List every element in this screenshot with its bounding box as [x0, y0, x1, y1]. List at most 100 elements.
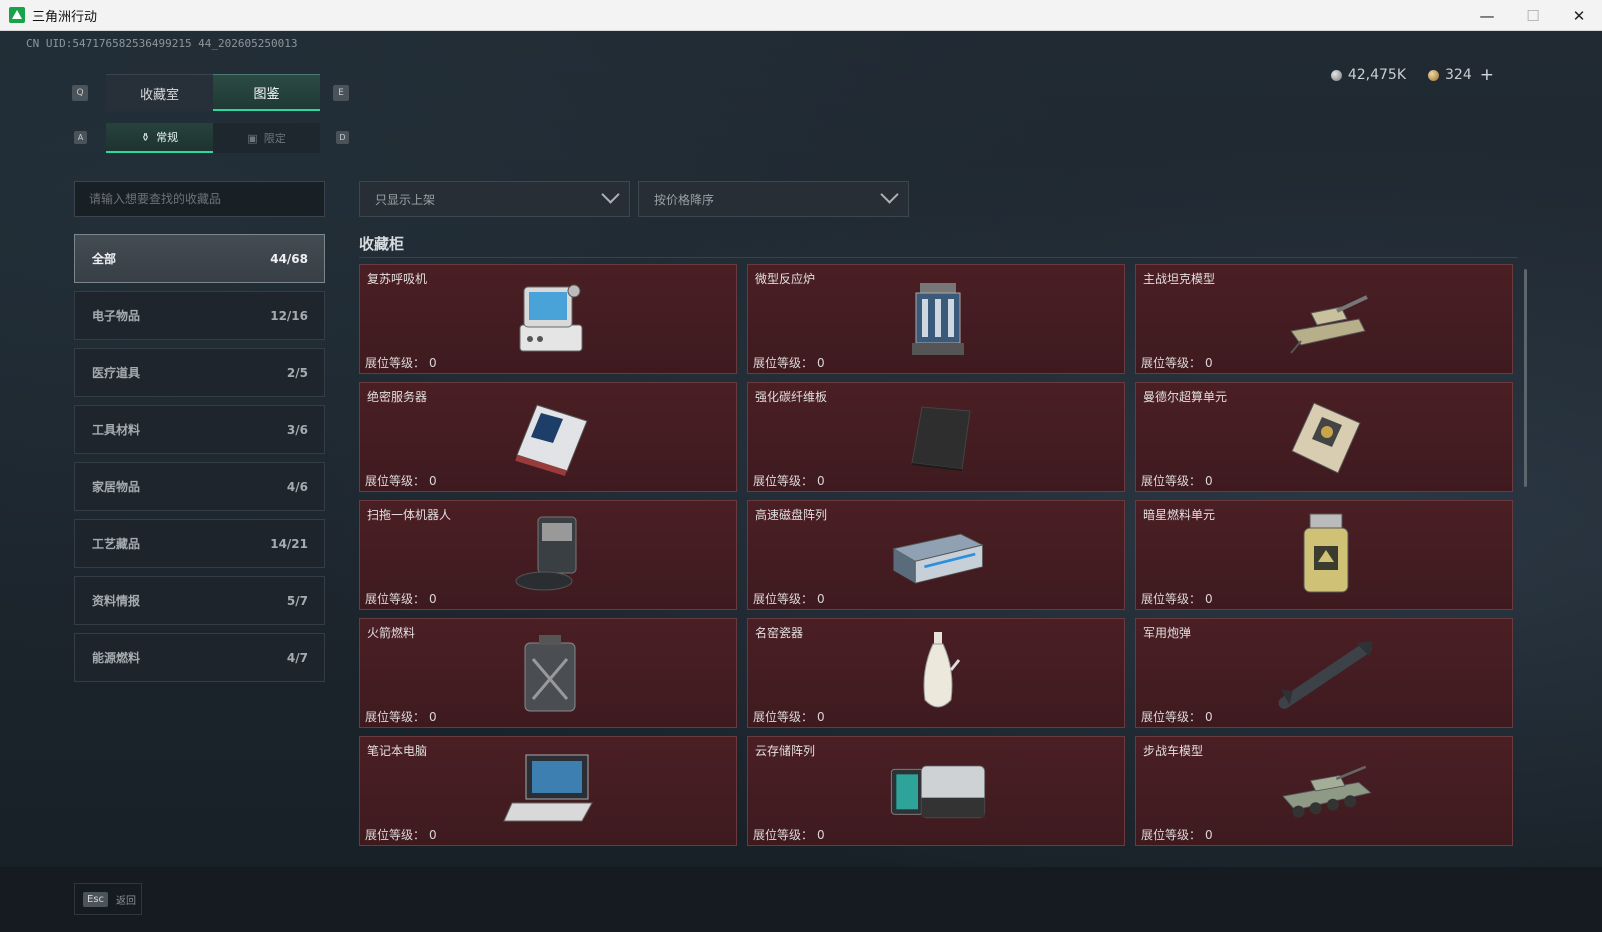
ventilator-icon [500, 275, 600, 363]
tab-collection-room[interactable]: 收藏室 [106, 74, 213, 111]
disk-array-icon [888, 511, 988, 599]
card-item-name: 高速磁盘阵列 [755, 508, 828, 522]
maximize-button[interactable]: ☐ [1510, 0, 1556, 31]
card-level: 展位等级： 0 [753, 590, 825, 607]
collection-card[interactable]: 暗星燃料单元 展位等级： 0 [1135, 500, 1513, 610]
gold-currency: 324 + [1428, 65, 1494, 85]
window-title: 三角洲行动 [32, 9, 98, 25]
level-value: 0 [817, 474, 825, 488]
card-level: 展位等级： 0 [753, 826, 825, 843]
collection-card[interactable]: 绝密服务器 展位等级： 0 [359, 382, 737, 492]
laptop-icon [500, 747, 600, 835]
level-label: 展位等级： [365, 828, 426, 842]
category-intel[interactable]: 资料情报 5/7 [74, 576, 325, 625]
collection-card[interactable]: 云存储阵列 展位等级： 0 [747, 736, 1125, 846]
level-value: 0 [817, 710, 825, 724]
level-label: 展位等级： [1141, 828, 1202, 842]
tab-regular-label: 常规 [156, 131, 179, 144]
level-value: 0 [429, 592, 437, 606]
back-button[interactable]: Esc 返回 [74, 883, 142, 915]
tab-catalog[interactable]: 图鉴 [213, 74, 320, 111]
server-icon [500, 393, 600, 481]
sub-tabs: ⚱ 常规 ▣ 限定 [106, 123, 320, 153]
category-energy[interactable]: 能源燃料 4/7 [74, 633, 325, 682]
chevron-down-icon [880, 185, 899, 204]
sort-dropdown[interactable]: 按价格降序 [638, 181, 909, 217]
collection-card[interactable]: 火箭燃料 展位等级： 0 [359, 618, 737, 728]
category-medical[interactable]: 医疗道具 2/5 [74, 348, 325, 397]
grid-scrollbar[interactable] [1524, 269, 1527, 487]
level-label: 展位等级： [365, 474, 426, 488]
category-all[interactable]: 全部 44/68 [74, 234, 325, 283]
esc-key-hint: Esc [83, 891, 109, 907]
level-value: 0 [429, 710, 437, 724]
card-item-name: 暗星燃料单元 [1143, 508, 1216, 522]
collection-card[interactable]: 步战车模型展位等级： 0 [1135, 736, 1513, 846]
card-level: 展位等级： 0 [753, 708, 825, 725]
card-level: 展位等级： 0 [753, 472, 825, 489]
card-item-name: 绝密服务器 [367, 390, 428, 404]
category-name: 家居物品 [92, 480, 141, 494]
category-count: 14/21 [270, 536, 308, 551]
category-tools[interactable]: 工具材料 3/6 [74, 405, 325, 454]
level-label: 展位等级： [753, 828, 814, 842]
collection-card[interactable]: 高速磁盘阵列 展位等级： 0 [747, 500, 1125, 610]
level-label: 展位等级： [1141, 592, 1202, 606]
level-label: 展位等级： [365, 710, 426, 724]
level-value: 0 [1205, 710, 1213, 724]
level-label: 展位等级： [753, 710, 814, 724]
minimize-button[interactable]: — [1464, 0, 1510, 31]
shelf-filter-value: 只显示上架 [375, 192, 436, 207]
category-household[interactable]: 家居物品 4/6 [74, 462, 325, 511]
window-controls: — ☐ ✕ [1464, 0, 1602, 31]
key-hint-e: E [333, 85, 349, 101]
collection-card[interactable]: 复苏呼吸机 展位等级： 0 [359, 264, 737, 374]
key-hint-a: A [74, 131, 87, 144]
category-name: 全部 [92, 252, 117, 266]
reactor-icon [888, 275, 988, 363]
card-level: 展位等级： 0 [753, 354, 825, 371]
level-value: 0 [429, 828, 437, 842]
shelf-filter-dropdown[interactable]: 只显示上架 [359, 181, 630, 217]
category-electronics[interactable]: 电子物品 12/16 [74, 291, 325, 340]
collection-card[interactable]: 笔记本电脑展位等级： 0 [359, 736, 737, 846]
collection-card[interactable]: 扫拖一体机器人 展位等级： 0 [359, 500, 737, 610]
close-button[interactable]: ✕ [1556, 0, 1602, 31]
tank-model-icon [1276, 275, 1376, 363]
level-label: 展位等级： [1141, 356, 1202, 370]
card-item-name: 主战坦克模型 [1143, 272, 1216, 286]
collection-card[interactable]: 曼德尔超算单元 展位等级： 0 [1135, 382, 1513, 492]
level-value: 0 [817, 592, 825, 606]
tab-limited-label: 限定 [263, 132, 286, 145]
back-label: 返回 [116, 895, 137, 907]
card-level: 展位等级： 0 [1141, 826, 1213, 843]
card-item-name: 笔记本电脑 [367, 744, 428, 758]
card-item-name: 强化碳纤维板 [755, 390, 828, 404]
chevron-down-icon [601, 185, 620, 204]
level-label: 展位等级： [753, 592, 814, 606]
tab-limited[interactable]: ▣ 限定 [213, 123, 320, 153]
card-level: 展位等级： 0 [1141, 472, 1213, 489]
fuel-cell-icon [1276, 511, 1376, 599]
supercomputer-unit-icon [1276, 393, 1376, 481]
tab-regular[interactable]: ⚱ 常规 [106, 123, 213, 153]
collection-card[interactable]: 主战坦克模型 展位等级： 0 [1135, 264, 1513, 374]
collection-card[interactable]: 名窑瓷器 展位等级： 0 [747, 618, 1125, 728]
category-name: 电子物品 [92, 309, 141, 323]
card-level: 展位等级： 0 [365, 590, 437, 607]
category-count: 12/16 [270, 308, 308, 323]
card-item-name: 步战车模型 [1143, 744, 1204, 758]
fuel-can-icon [500, 629, 600, 717]
key-hint-q: Q [72, 85, 88, 101]
level-label: 展位等级： [1141, 710, 1202, 724]
collection-card[interactable]: 强化碳纤维板 展位等级： 0 [747, 382, 1125, 492]
category-crafts[interactable]: 工艺藏品 14/21 [74, 519, 325, 568]
search-input[interactable] [74, 181, 325, 217]
card-item-name: 扫拖一体机器人 [367, 508, 452, 522]
add-currency-button[interactable]: + [1480, 65, 1494, 85]
collection-card[interactable]: 微型反应炉展位等级： 0 [747, 264, 1125, 374]
card-item-name: 微型反应炉 [755, 272, 816, 286]
section-divider [359, 257, 1518, 258]
collection-card[interactable]: 军用炮弹 展位等级： 0 [1135, 618, 1513, 728]
carbon-plate-icon [888, 393, 988, 481]
